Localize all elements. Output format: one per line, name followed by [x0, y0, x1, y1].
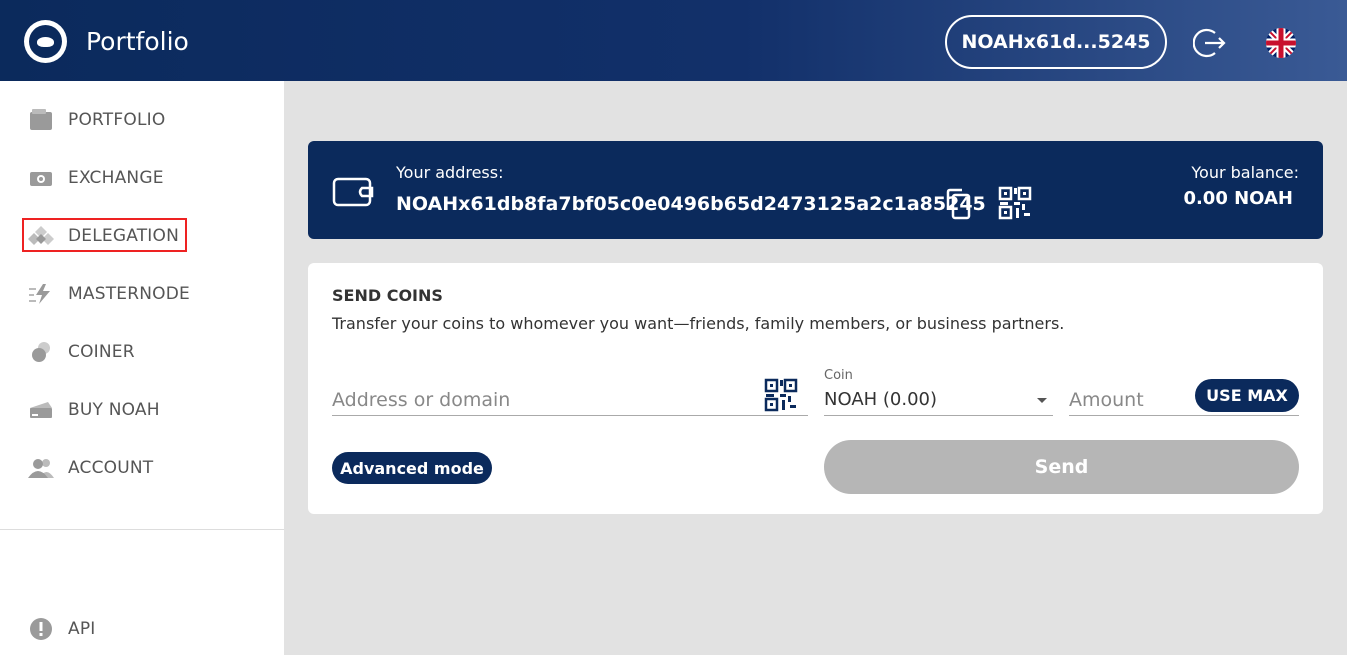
wallet-address-button[interactable]: NOAHx61d...5245	[945, 15, 1167, 69]
sidebar-item-label: EXCHANGE	[68, 168, 164, 188]
use-max-button[interactable]: USE MAX	[1195, 379, 1299, 412]
qr-code-icon[interactable]	[998, 186, 1032, 220]
delegation-highlight-box	[22, 218, 187, 252]
coin-value: NOAH (0.00)	[824, 389, 938, 410]
address-field	[332, 373, 808, 416]
sidebar-item-label: COINER	[68, 342, 135, 362]
sidebar-item-exchange[interactable]: EXCHANGE	[28, 163, 164, 193]
send-title: SEND COINS	[332, 286, 443, 305]
address-input[interactable]	[332, 373, 808, 415]
address-label: Your address:	[396, 163, 504, 182]
coin-label: Coin	[824, 368, 853, 383]
send-coins-card: SEND COINS Transfer your coins to whomev…	[308, 263, 1323, 514]
wallet-address: NOAHx61db8fa7bf05c0e0496b65d2473125a2c1a…	[396, 193, 986, 215]
balance-label: Your balance:	[1191, 163, 1299, 182]
coin-select[interactable]: Coin NOAH (0.00)	[824, 368, 1053, 416]
wallet-icon	[30, 109, 52, 130]
app-title: Portfolio	[86, 27, 189, 56]
coiner-icon	[32, 342, 50, 362]
sidebar-item-coiner[interactable]: COINER	[28, 337, 135, 367]
sidebar-item-label: API	[68, 619, 96, 639]
logout-icon[interactable]	[1193, 26, 1227, 60]
chevron-down-icon	[1037, 398, 1047, 403]
sidebar-divider	[0, 529, 284, 530]
card-icon	[30, 402, 52, 418]
address-card: Your address: NOAHx61db8fa7bf05c0e0496b6…	[308, 141, 1323, 239]
copy-icon[interactable]	[944, 188, 972, 220]
exchange-icon	[30, 172, 52, 186]
sidebar-item-portfolio[interactable]: PORTFOLIO	[28, 105, 165, 135]
sidebar-item-label: PORTFOLIO	[68, 110, 166, 130]
sidebar-item-label: BUY NOAH	[68, 400, 160, 420]
send-button[interactable]: Send	[824, 440, 1299, 494]
uk-flag-icon[interactable]	[1266, 28, 1296, 58]
sidebar-item-api[interactable]: API	[28, 614, 96, 644]
sidebar-item-masternode[interactable]: MASTERNODE	[28, 279, 190, 309]
sidebar: PORTFOLIO EXCHANGE DELEGATION MASTERNODE…	[0, 81, 284, 655]
masternode-icon	[29, 284, 50, 304]
sidebar-item-label: MASTERNODE	[68, 284, 190, 304]
sidebar-item-label: ACCOUNT	[68, 458, 154, 478]
users-icon	[28, 459, 54, 478]
wallet-outline-icon	[332, 177, 374, 207]
advanced-mode-button[interactable]: Advanced mode	[332, 452, 492, 484]
qr-scan-icon[interactable]	[764, 378, 798, 412]
top-header: Portfolio NOAHx61d...5245	[0, 0, 1347, 81]
send-subtitle: Transfer your coins to whomever you want…	[332, 314, 1065, 333]
sidebar-item-buy-noah[interactable]: BUY NOAH	[28, 395, 160, 425]
info-icon	[30, 618, 52, 640]
app-logo[interactable]	[24, 20, 67, 63]
sidebar-item-account[interactable]: ACCOUNT	[28, 453, 153, 483]
balance-value: 0.00 NOAH	[1183, 188, 1293, 209]
